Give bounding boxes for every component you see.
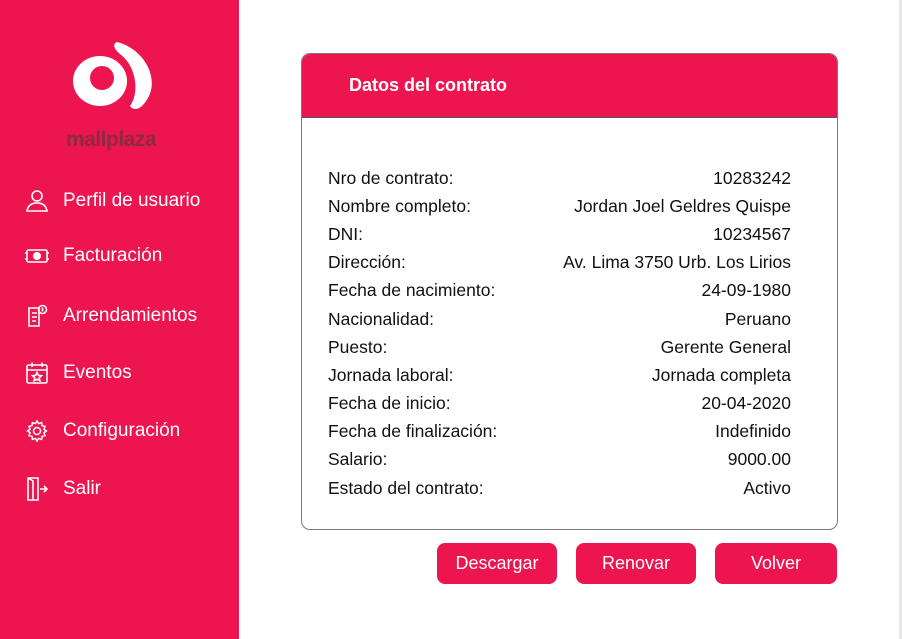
- detail-label: Fecha de finalización:: [328, 421, 498, 442]
- card-title: Datos del contrato: [349, 75, 508, 95]
- detail-value: Av. Lima 3750 Urb. Los Lirios: [563, 252, 791, 273]
- sidebar-item-label: Eventos: [63, 362, 132, 383]
- user-icon: [24, 188, 50, 214]
- money-icon: [24, 243, 50, 269]
- detail-label: Jornada laboral:: [328, 364, 454, 385]
- document-icon: [24, 303, 50, 329]
- sidebar-item-arrendamientos[interactable]: Arrendamientos: [24, 302, 197, 330]
- sidebar-item-eventos[interactable]: Eventos: [24, 359, 132, 387]
- detail-label: Nacionalidad:: [328, 308, 435, 329]
- detail-row: Jornada laboral: Jornada completa: [328, 361, 791, 389]
- detail-row: Puesto: Gerente General: [328, 333, 791, 361]
- detail-value: 20-04-2020: [701, 393, 791, 414]
- download-button[interactable]: Descargar: [437, 543, 557, 584]
- sidebar-item-label: Perfil de usuario: [63, 190, 201, 211]
- detail-value: Jornada completa: [651, 364, 791, 385]
- detail-label: Salario:: [328, 449, 388, 470]
- detail-row: Nro de contrato: 10283242: [328, 164, 791, 192]
- detail-value: 10234567: [713, 223, 791, 244]
- detail-label: Fecha de inicio:: [328, 393, 451, 414]
- brand-name: mallplaza: [66, 128, 157, 151]
- detail-value: Gerente General: [660, 336, 791, 357]
- renew-button[interactable]: Renovar: [576, 543, 696, 584]
- detail-label: Nro de contrato:: [328, 167, 454, 188]
- gear-icon: [24, 418, 50, 444]
- logo-mark-icon: [73, 42, 152, 110]
- detail-row: Fecha de inicio: 20-04-2020: [328, 390, 791, 418]
- detail-label: DNI:: [328, 223, 363, 244]
- detail-row: Fecha de finalización: Indefinido: [328, 418, 791, 446]
- sidebar-item-salir[interactable]: Salir: [24, 475, 101, 503]
- sidebar-item-perfil[interactable]: Perfil de usuario: [24, 187, 200, 215]
- back-button[interactable]: Volver: [715, 543, 837, 584]
- detail-value: Indefinido: [715, 421, 791, 442]
- sidebar-item-label: Arrendamientos: [63, 305, 198, 326]
- sidebar-item-facturacion[interactable]: Facturación: [24, 242, 162, 270]
- detail-row: DNI: 10234567: [328, 220, 791, 248]
- detail-value: Jordan Joel Geldres Quispe: [574, 195, 791, 216]
- detail-label: Dirección:: [328, 252, 406, 273]
- detail-label: Estado del contrato:: [328, 477, 484, 498]
- calendar-icon: [24, 360, 50, 386]
- sidebar-item-label: Facturación: [63, 245, 163, 266]
- detail-row: Nacionalidad: Peruano: [328, 305, 791, 333]
- detail-label: Puesto:: [328, 336, 388, 357]
- detail-value: 24-09-1980: [701, 280, 791, 301]
- sidebar-item-label: Salir: [63, 478, 102, 499]
- sidebar-item-configuracion[interactable]: Configuración: [24, 417, 180, 445]
- detail-value: Activo: [743, 477, 791, 498]
- detail-value: Peruano: [724, 308, 791, 329]
- detail-row: Salario: 9000.00: [328, 446, 791, 474]
- detail-label: Fecha de nacimiento:: [328, 280, 496, 301]
- contract-details: Nro de contrato: 10283242 Nombre completo…: [328, 164, 791, 502]
- mallplaza-logo[interactable]: mallplaza: [62, 36, 172, 156]
- sidebar-item-label: Configuración: [63, 420, 181, 441]
- card-header: Datos del contrato: [302, 54, 837, 118]
- sidebar: mallplaza Perfil de usuario Facturación: [0, 0, 239, 639]
- detail-row: Estado del contrato: Activo: [328, 474, 791, 502]
- contract-card: Datos del contrato Nro de contrato: 10283…: [301, 53, 838, 530]
- detail-value: 10283242: [713, 167, 791, 188]
- detail-row: Nombre completo: Jordan Joel Geldres Quis…: [328, 192, 791, 220]
- exit-icon: [24, 476, 50, 502]
- detail-row: Fecha de nacimiento: 24-09-1980: [328, 277, 791, 305]
- detail-row: Dirección: Av. Lima 3750 Urb. Los Lirios: [328, 249, 791, 277]
- detail-value: 9000.00: [727, 449, 791, 470]
- detail-label: Nombre completo:: [328, 195, 471, 216]
